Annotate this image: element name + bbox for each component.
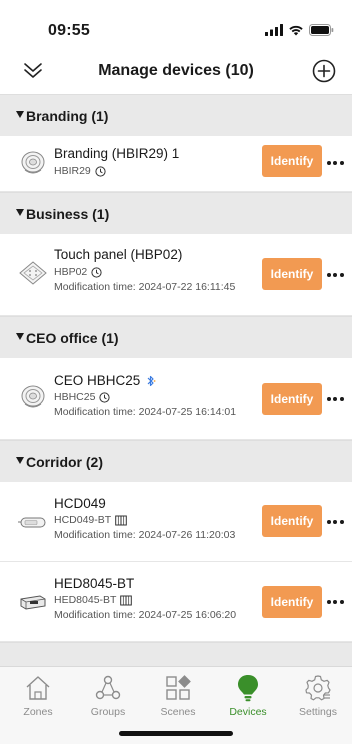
group-header-next bbox=[0, 642, 352, 666]
modification-time: Modification time: 2024-07-25 16:14:01 bbox=[54, 406, 237, 418]
more-options-icon[interactable] bbox=[324, 265, 346, 285]
status-time: 09:55 bbox=[48, 22, 90, 39]
device-model: HED8045-BT bbox=[54, 594, 133, 606]
device-model-text: HCD049-BT bbox=[54, 514, 112, 526]
more-options-icon[interactable] bbox=[324, 592, 346, 612]
tab-devices[interactable]: Devices bbox=[213, 673, 283, 718]
scenes-icon bbox=[166, 675, 191, 700]
clock-icon bbox=[91, 266, 102, 278]
identify-button[interactable]: Identify bbox=[262, 586, 322, 618]
collapse-triangle-icon bbox=[16, 333, 24, 340]
modification-time: Modification time: 2024-07-22 16:11:45 bbox=[54, 281, 236, 293]
device-model-text: HBIR29 bbox=[54, 165, 91, 177]
group-title: Branding (1) bbox=[26, 107, 109, 124]
collapse-triangle-icon bbox=[16, 111, 24, 118]
bulb-icon bbox=[238, 675, 258, 702]
tab-label: Settings bbox=[299, 706, 337, 718]
device-model: HBHC25 bbox=[54, 391, 111, 403]
driver-device-icon bbox=[20, 595, 46, 610]
status-icons bbox=[265, 24, 334, 36]
driver-device-icon bbox=[18, 517, 46, 528]
device-name: Touch panel (HBP02) bbox=[54, 247, 183, 262]
tab-scenes[interactable]: Scenes bbox=[143, 673, 213, 718]
groups-icon bbox=[95, 675, 121, 700]
tab-label: Groups bbox=[90, 706, 126, 718]
identify-button[interactable]: Identify bbox=[262, 505, 322, 537]
device-name: HED8045-BT bbox=[54, 576, 135, 591]
device-row[interactable]: HCD049 HCD049-BT Modification time: 2024… bbox=[0, 482, 352, 562]
collapse-triangle-icon bbox=[16, 209, 24, 216]
tab-label: Zones bbox=[23, 706, 53, 718]
page-title: Manage devices (10) bbox=[98, 62, 254, 79]
clock-icon bbox=[95, 165, 106, 177]
device-row[interactable]: Branding (HBIR29) 1 HBIR29 Identify bbox=[0, 136, 352, 192]
group-header-ceo-office[interactable]: CEO office (1) bbox=[0, 316, 352, 358]
device-row[interactable]: CEO HBHC25 HBHC25 Modification time: 202… bbox=[0, 358, 352, 440]
more-options-icon[interactable] bbox=[324, 153, 346, 173]
device-name: HCD049 bbox=[54, 496, 106, 511]
identify-button[interactable]: Identify bbox=[262, 145, 322, 177]
group-title: CEO office (1) bbox=[26, 329, 119, 346]
book-icon bbox=[115, 515, 127, 525]
gear-icon bbox=[305, 675, 331, 701]
modification-time: Modification time: 2024-07-26 11:20:03 bbox=[54, 529, 236, 541]
clock-icon bbox=[99, 391, 111, 403]
tab-settings[interactable]: Settings bbox=[283, 673, 352, 718]
nav-header: Manage devices (10) bbox=[0, 48, 352, 94]
tab-label: Devices bbox=[229, 706, 267, 718]
device-name: CEO HBHC25 bbox=[54, 373, 141, 388]
group-title: Business (1) bbox=[26, 205, 110, 222]
tab-zones[interactable]: Zones bbox=[3, 673, 73, 718]
add-device-icon[interactable] bbox=[310, 57, 338, 85]
book-icon bbox=[120, 595, 133, 605]
device-list[interactable]: Branding (1) Branding (HBIR29) 1 HBIR29 … bbox=[0, 94, 352, 666]
group-header-corridor[interactable]: Corridor (2) bbox=[0, 440, 352, 482]
modification-time: Modification time: 2024-07-25 16:06:20 bbox=[54, 609, 237, 621]
identify-button[interactable]: Identify bbox=[262, 383, 322, 415]
device-model-text: HBP02 bbox=[54, 266, 88, 278]
group-header-branding[interactable]: Branding (1) bbox=[0, 94, 352, 136]
status-bar: 09:55 bbox=[0, 0, 352, 48]
device-model-text: HBHC25 bbox=[54, 391, 96, 403]
collapse-triangle-icon bbox=[16, 457, 24, 464]
house-icon bbox=[26, 676, 50, 700]
device-model: HCD049-BT bbox=[54, 514, 127, 526]
device-model: HBP02 bbox=[54, 266, 102, 278]
tab-groups[interactable]: Groups bbox=[73, 673, 143, 718]
device-row[interactable]: Touch panel (HBP02) HBP02 Modification t… bbox=[0, 234, 352, 316]
wifi-icon bbox=[289, 25, 303, 36]
more-options-icon[interactable] bbox=[324, 512, 346, 532]
bluetooth-icon bbox=[147, 375, 156, 386]
touch-panel-device-icon bbox=[19, 261, 47, 285]
device-model: HBIR29 bbox=[54, 165, 106, 177]
battery-icon bbox=[309, 24, 334, 36]
signal-icon bbox=[265, 24, 283, 36]
home-indicator[interactable] bbox=[119, 731, 233, 736]
device-name: Branding (HBIR29) 1 bbox=[54, 146, 180, 161]
device-row[interactable]: HED8045-BT HED8045-BT Modification time:… bbox=[0, 562, 352, 642]
sensor-device-icon bbox=[21, 151, 45, 174]
group-title: Corridor (2) bbox=[26, 453, 103, 470]
device-name-wrap: CEO HBHC25 bbox=[54, 373, 156, 388]
group-header-business[interactable]: Business (1) bbox=[0, 192, 352, 234]
device-model-text: HED8045-BT bbox=[54, 594, 117, 606]
sensor-device-icon bbox=[21, 385, 45, 408]
identify-button[interactable]: Identify bbox=[262, 258, 322, 290]
tab-label: Scenes bbox=[160, 706, 196, 718]
more-options-icon[interactable] bbox=[324, 389, 346, 409]
